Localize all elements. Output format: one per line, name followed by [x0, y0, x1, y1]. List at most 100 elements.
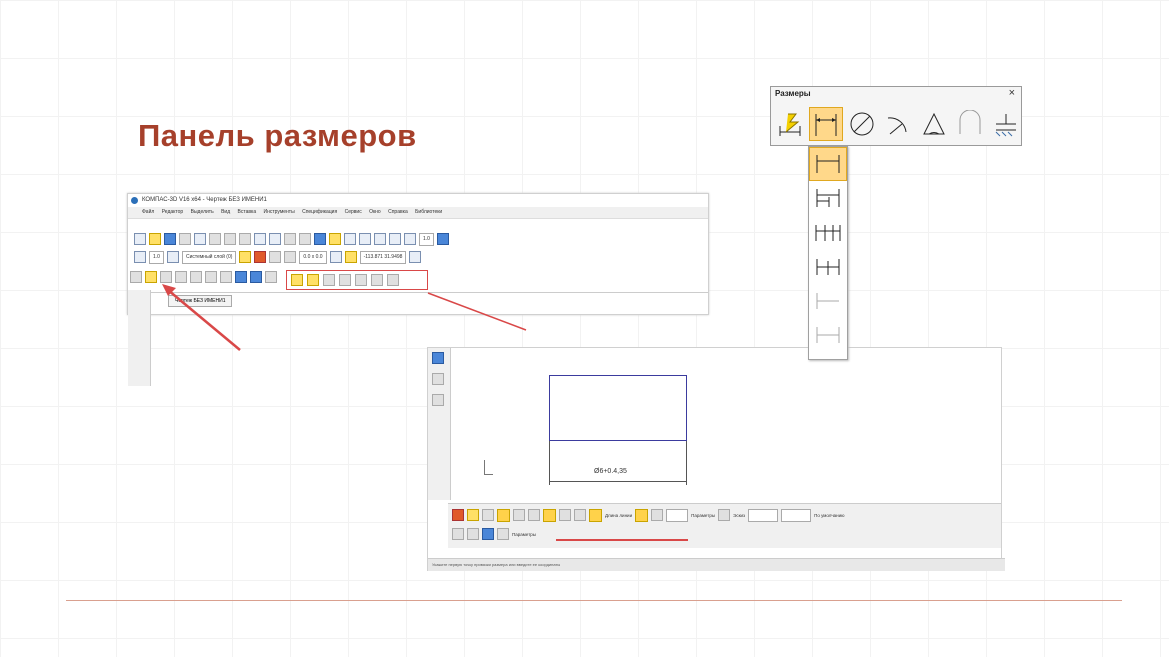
local-cs-icon[interactable] — [329, 251, 342, 263]
measure-icon[interactable] — [205, 271, 217, 283]
radius-small-icon[interactable] — [339, 274, 351, 286]
edit-icon[interactable] — [409, 251, 422, 263]
menu-item-editor[interactable]: Редактор — [162, 209, 184, 215]
create-object-icon[interactable] — [467, 509, 479, 521]
linear-dimension-icon[interactable] — [809, 107, 843, 141]
auto-dimension-icon[interactable] — [773, 107, 807, 141]
arc-dimension-icon[interactable] — [953, 107, 987, 141]
manager-icon[interactable] — [314, 233, 326, 245]
cursor-coords-icon[interactable] — [344, 251, 357, 263]
open-file-icon[interactable] — [149, 233, 161, 245]
undo-icon[interactable] — [284, 233, 296, 245]
dropdown-linear-break-icon[interactable] — [809, 283, 847, 317]
layers-panel-icon[interactable] — [432, 373, 444, 385]
help-icon[interactable] — [482, 528, 494, 540]
diameter-dimension-icon[interactable] — [845, 107, 879, 141]
menu-item-libraries[interactable]: Библиотеки — [415, 209, 442, 215]
state-icon[interactable] — [134, 251, 146, 263]
point1-icon[interactable] — [497, 508, 510, 522]
tree-icon[interactable] — [432, 352, 444, 364]
help-pointer-icon[interactable] — [359, 233, 371, 245]
zoom-out-icon[interactable] — [404, 233, 416, 245]
pencil-icon[interactable] — [467, 528, 479, 540]
panel-toggle-icon[interactable] — [452, 528, 464, 540]
grid-field[interactable]: 0.0 x 0.0 — [299, 250, 327, 264]
height-mark-icon[interactable] — [989, 107, 1023, 141]
value-field[interactable] — [666, 508, 689, 522]
dim-tab-icon[interactable] — [497, 528, 509, 540]
dropdown-common-line-icon[interactable] — [809, 249, 847, 283]
save-icon[interactable] — [164, 233, 176, 245]
library-icon[interactable] — [269, 233, 281, 245]
menu-item-insert[interactable]: Вставка — [238, 209, 257, 215]
select-icon[interactable] — [220, 271, 232, 283]
arrow-right-icon[interactable] — [528, 509, 540, 521]
edit-tools-icon[interactable] — [175, 271, 187, 283]
arrow-left-icon[interactable] — [513, 509, 525, 521]
zoom-in-icon[interactable] — [374, 233, 386, 245]
dim-orient2-icon[interactable] — [651, 509, 664, 521]
function-icon[interactable] — [344, 233, 356, 245]
angle-dimension-icon[interactable] — [917, 107, 951, 141]
stop-icon[interactable] — [452, 509, 464, 521]
height-small-icon[interactable] — [387, 274, 399, 286]
zoom-field[interactable]: 1.0 — [419, 232, 434, 246]
scale-field[interactable]: 1.0 — [149, 250, 164, 264]
close-icon[interactable]: × — [1009, 87, 1015, 99]
point2-icon[interactable] — [543, 508, 556, 522]
tab-drawing[interactable]: Чертеж БЕЗ ИМЕНИ1 — [168, 295, 233, 307]
magnet-icon[interactable] — [254, 251, 267, 263]
menu-item-window[interactable]: Окно — [369, 209, 381, 215]
zoom-window-icon[interactable] — [389, 233, 401, 245]
layer-field[interactable]: Системный слой (0) — [181, 250, 237, 264]
print-icon[interactable] — [179, 233, 191, 245]
menu-item-tools[interactable]: Инструменты — [264, 209, 295, 215]
cut-icon[interactable] — [209, 233, 221, 245]
radius-dimension-icon[interactable] — [881, 107, 915, 141]
coords-field[interactable]: -113.871 31.9498 — [359, 250, 407, 264]
grid-icon[interactable] — [284, 251, 297, 263]
dropdown-linear-dimension-icon[interactable] — [809, 147, 847, 181]
dropdown-linear-break-2-icon[interactable] — [809, 317, 847, 351]
properties-tab[interactable]: Параметры — [512, 532, 536, 537]
dropdown-linear-from-base-icon[interactable] — [809, 181, 847, 215]
menu-item-view[interactable]: Вид — [221, 209, 230, 215]
dimensions-toolbar-icon[interactable] — [145, 271, 157, 283]
ortho-icon[interactable] — [269, 251, 282, 263]
reports-icon[interactable] — [265, 271, 277, 283]
layer-icon[interactable] — [166, 251, 179, 263]
redo-icon[interactable] — [299, 233, 311, 245]
parametrization-icon[interactable] — [190, 271, 202, 283]
props-panel-icon[interactable] — [432, 394, 444, 406]
dim-orient-icon[interactable] — [635, 508, 649, 522]
auto-dimension-small-icon[interactable] — [291, 274, 303, 286]
paste-icon[interactable] — [239, 233, 251, 245]
menu-item-file[interactable]: Файл — [142, 209, 154, 215]
new-file-icon[interactable] — [134, 233, 146, 245]
menu-item-help[interactable]: Справка — [388, 209, 408, 215]
linear-dimension-small-icon[interactable] — [307, 274, 319, 286]
geometry-icon[interactable] — [130, 271, 142, 283]
snap-icon[interactable] — [239, 251, 252, 263]
refresh-icon[interactable] — [436, 233, 449, 245]
menu-item-service[interactable]: Сервис — [345, 209, 362, 215]
copy-icon[interactable] — [224, 233, 236, 245]
text-edit-icon[interactable] — [559, 509, 571, 521]
remember-state-icon[interactable] — [482, 509, 494, 521]
dim-type-icon[interactable] — [574, 509, 586, 521]
notation-icon[interactable] — [160, 271, 172, 283]
sketch-field[interactable] — [748, 508, 779, 522]
properties-icon[interactable] — [254, 233, 266, 245]
menu-item-specification[interactable]: Спецификация — [302, 209, 337, 215]
associative-views-icon[interactable] — [235, 271, 247, 283]
diameter-small-icon[interactable] — [323, 274, 335, 286]
preview-icon[interactable] — [194, 233, 206, 245]
menu-item-select[interactable]: Выделить — [191, 209, 214, 215]
angle-small-icon[interactable] — [355, 274, 367, 286]
arc-small-icon[interactable] — [371, 274, 383, 286]
shelf-icon[interactable] — [718, 509, 731, 521]
dropdown-chain-dimension-icon[interactable] — [809, 215, 847, 249]
dim-horizontal-icon[interactable] — [589, 508, 602, 522]
sketch-field-2[interactable] — [781, 508, 812, 522]
spec-icon[interactable] — [250, 271, 262, 283]
